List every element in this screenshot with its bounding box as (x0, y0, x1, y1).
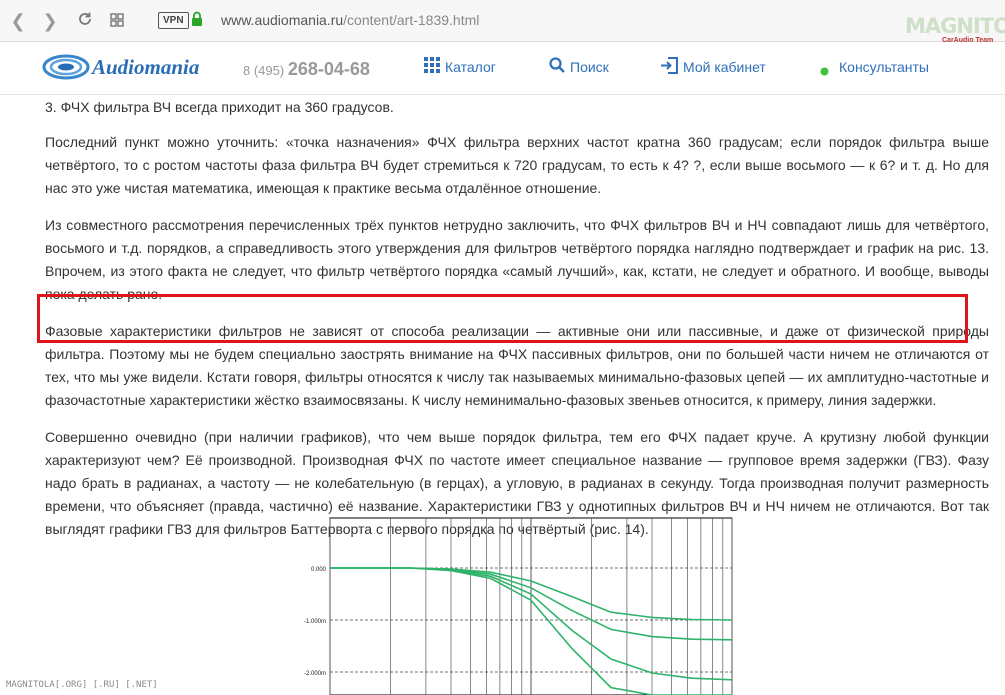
reload-icon[interactable] (75, 11, 95, 31)
url-domain: www.audiomania.ru (221, 12, 344, 28)
nav-search[interactable]: Поиск (570, 59, 609, 75)
back-arrow-icon[interactable]: ❮ (8, 11, 28, 31)
apps-grid-icon[interactable] (107, 11, 127, 31)
article-paragraph: 3. ФЧХ фильтра ВЧ всегда приходит на 360… (45, 99, 394, 115)
chart-y-tick-label: 0.000 (311, 567, 327, 573)
forward-arrow-icon[interactable]: ❯ (40, 11, 60, 31)
highlight-annotation-box (37, 294, 968, 343)
address-bar[interactable]: www.audiomania.ru/content/art-1839.html (221, 12, 479, 28)
watermark-footer: MAGNITOLA[.ORG] [.RU] [.NET] (6, 680, 158, 690)
site-header: Audiomania 8 (495) 268-04-68 Каталог Пои… (0, 42, 1005, 95)
watermark-logo: MAGNITOLA (905, 14, 1005, 38)
nav-catalog[interactable]: Каталог (445, 59, 496, 75)
site-logo-text[interactable]: Audiomania (92, 55, 199, 80)
article-paragraph: Из совместного рассмотрения перечисленны… (45, 217, 989, 302)
chart-y-tick-label: -2.000m (304, 671, 326, 677)
group-delay-chart: 0.000 -1.000m -2.000m (304, 517, 733, 695)
catalog-grid-icon[interactable] (424, 57, 440, 78)
nav-consultants[interactable]: Консультанты (839, 59, 929, 75)
nav-cabinet[interactable]: Мой кабинет (683, 59, 766, 75)
search-icon[interactable] (549, 57, 565, 78)
online-status-dot-icon (820, 63, 829, 81)
vpn-badge[interactable]: VPN (158, 12, 189, 29)
phone-number: 8 (495) 268-04-68 (243, 59, 370, 80)
url-path: /content/art-1839.html (343, 12, 480, 28)
lock-icon (191, 11, 203, 27)
phone-main: 268-04-68 (287, 59, 370, 79)
chart-y-tick-label: -1.000m (304, 619, 326, 625)
phone-prefix: 8 (495) (243, 63, 285, 78)
audiomania-logo-icon[interactable] (42, 54, 90, 80)
article-paragraph: Последний пункт можно уточнить: «точка н… (45, 134, 989, 196)
browser-toolbar: ❮ ❯ VPN www.audiomania.ru/content/art-18… (0, 0, 1005, 44)
login-icon[interactable] (661, 57, 678, 79)
